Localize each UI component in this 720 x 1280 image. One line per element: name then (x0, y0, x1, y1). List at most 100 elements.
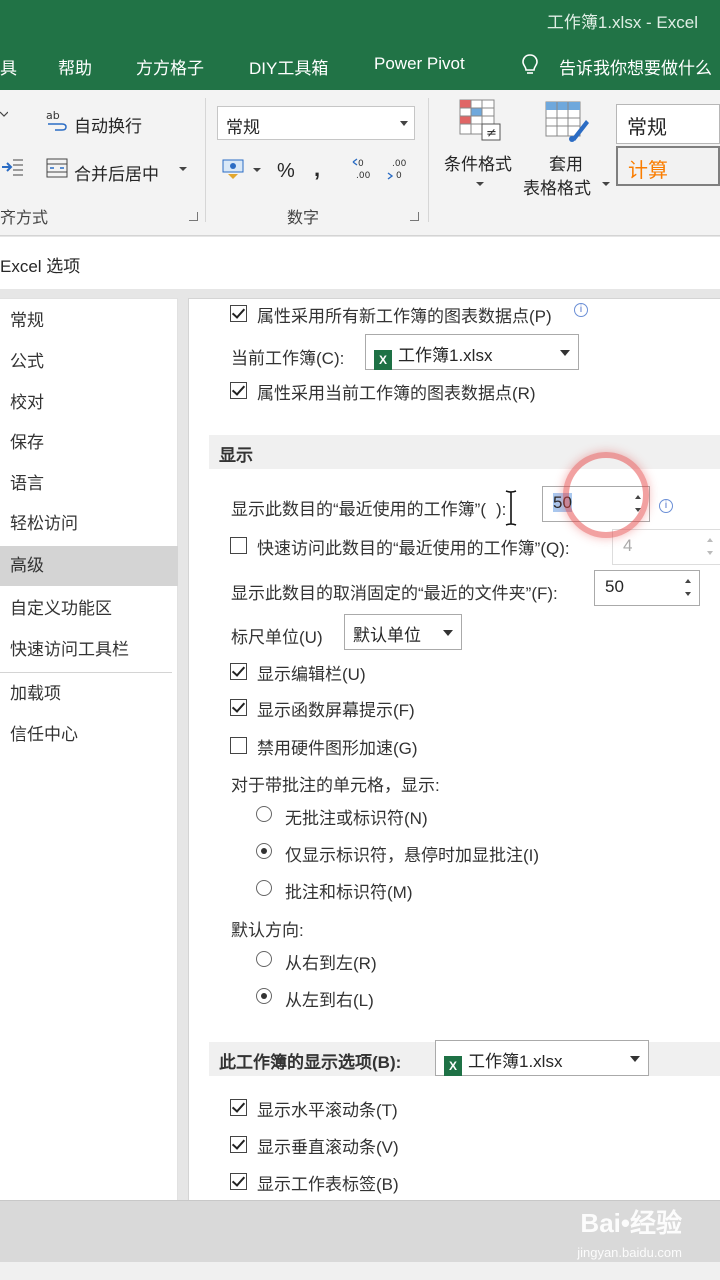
ruler-units-select[interactable]: 默认单位 (344, 614, 462, 650)
sidebar-item-customize-ribbon[interactable]: 自定义功能区 (0, 589, 178, 629)
tab-power-pivot[interactable]: Power Pivot (374, 54, 465, 74)
current-workbook-label: 当前工作簿(C): (231, 349, 345, 368)
merge-center-icon (46, 158, 68, 178)
unpinned-folders-spinner[interactable]: 50 (594, 570, 700, 606)
wrap-text-button[interactable]: 自动换行 (74, 112, 142, 137)
number-launcher-icon[interactable] (410, 212, 419, 221)
show-hscroll-label: 显示水平滚动条(T) (257, 1101, 398, 1120)
percent-button[interactable]: % (277, 160, 295, 183)
conditional-format-dropdown-icon[interactable] (475, 180, 485, 188)
comments-and-indicators-label: 批注和标识符(M) (285, 883, 413, 902)
sidebar-item-formulas[interactable]: 公式 (0, 342, 178, 382)
show-function-tips-label: 显示函数屏幕提示(F) (257, 701, 415, 720)
sidebar-item-advanced[interactable]: 高级 (0, 546, 178, 586)
workbook-display-select[interactable]: X 工作簿1.xlsx (435, 1040, 649, 1076)
table-format-label-1[interactable]: 套用 (549, 150, 583, 175)
recent-workbooks-label-text: 显示此数目的“最近使用的工作簿”( (231, 500, 486, 519)
quick-access-recent-checkbox[interactable] (230, 537, 247, 554)
merge-dropdown-icon[interactable] (178, 164, 188, 174)
lightbulb-icon (522, 54, 538, 74)
style-calc-label: 计算 (628, 160, 668, 182)
conditional-format-button[interactable]: 条件格式 (444, 150, 512, 175)
quick-access-recent-spinner[interactable]: 4 (612, 529, 720, 565)
dialog-title: Excel 选项 (0, 257, 81, 276)
decrease-decimal-icon[interactable]: .00 0 (386, 156, 412, 180)
advanced-options-panel: 属性采用所有新工作簿的图表数据点(P) i 当前工作簿(C): X 工作簿1.xl… (188, 298, 720, 1200)
disable-hw-accel-checkbox[interactable] (230, 737, 247, 754)
sidebar-item-addins[interactable]: 加载项 (0, 674, 178, 714)
ribbon-tabs: 具 帮助 方方格子 DIY工具箱 Power Pivot 告诉我你想要做什么 (0, 40, 720, 90)
current-workbook-value: 工作簿1.xlsx (398, 346, 493, 365)
sidebar-item-proofing[interactable]: 校对 (0, 383, 178, 423)
sidebar-item-trust-center[interactable]: 信任中心 (0, 715, 178, 755)
chart-current-workbook-checkbox[interactable] (230, 382, 247, 399)
comments-label: 对于带批注的单元格，显示: (231, 776, 440, 795)
chart-current-workbook-label: 属性采用当前工作簿的图表数据点(R) (257, 384, 536, 403)
currency-dropdown-icon[interactable] (252, 166, 262, 174)
svg-text:ab: ab (46, 109, 60, 122)
tab-fangfang[interactable]: 方方格子 (136, 54, 204, 79)
tab-diy-toolbox[interactable]: DIY工具箱 (249, 54, 328, 79)
number-group-label: 数字 (287, 210, 320, 227)
table-format-label-2[interactable]: 表格格式 (523, 174, 591, 199)
chart-all-workbooks-checkbox[interactable] (230, 305, 247, 322)
comma-button[interactable]: , (314, 156, 320, 182)
default-direction-label: 默认方向: (231, 921, 304, 940)
dialog-header: Excel 选项 (0, 237, 720, 289)
right-to-left-radio[interactable] (256, 951, 272, 967)
chevron-down-icon (630, 1056, 640, 1062)
show-vscroll-checkbox[interactable] (230, 1136, 247, 1153)
currency-icon[interactable] (222, 156, 248, 180)
table-format-dropdown-icon[interactable] (601, 180, 611, 188)
show-sheet-tabs-checkbox[interactable] (230, 1173, 247, 1190)
excel-file-icon: X (444, 1056, 462, 1076)
show-sheet-tabs-label: 显示工作表标签(B) (257, 1175, 399, 1194)
chevron-down-icon (443, 630, 453, 636)
quick-access-recent-label: 快速访问此数目的“最近使用的工作簿”(Q): (257, 539, 570, 558)
sidebar-item-language[interactable]: 语言 (0, 464, 178, 504)
group-separator (428, 98, 429, 222)
current-workbook-select[interactable]: X 工作簿1.xlsx (365, 334, 579, 370)
disable-hw-accel-label: 禁用硬件图形加速(G) (257, 739, 418, 758)
chart-all-workbooks-label: 属性采用所有新工作簿的图表数据点(P) (257, 307, 552, 326)
click-highlight-ring (563, 452, 649, 538)
increase-decimal-icon[interactable]: 0 .00 (352, 156, 378, 180)
tab-help[interactable]: 帮助 (58, 54, 92, 79)
options-sidebar: 常规 公式 校对 保存 语言 轻松访问 高级 自定义功能区 快速访问工具栏 加载… (0, 298, 178, 1200)
no-comments-radio[interactable] (256, 806, 272, 822)
show-function-tips-checkbox[interactable] (230, 699, 247, 716)
style-normal[interactable]: 常规 (616, 104, 720, 144)
sidebar-item-save[interactable]: 保存 (0, 423, 178, 463)
spin-down-icon[interactable] (707, 551, 713, 555)
svg-text:≠: ≠ (486, 126, 497, 141)
svg-text:0: 0 (358, 159, 364, 169)
align-dropdown-icon[interactable] (0, 102, 8, 126)
sidebar-divider (0, 672, 172, 673)
show-hscroll-checkbox[interactable] (230, 1099, 247, 1116)
comments-and-indicators-radio[interactable] (256, 880, 272, 896)
workbook-display-value: 工作簿1.xlsx (468, 1052, 563, 1071)
show-formula-bar-checkbox[interactable] (230, 663, 247, 680)
right-to-left-label: 从右到左(R) (285, 954, 377, 973)
unpinned-folders-label: 显示此数目的取消固定的“最近的文件夹”(F): (231, 584, 558, 603)
tab-tools[interactable]: 具 (0, 54, 17, 79)
left-to-right-radio[interactable] (256, 988, 272, 1004)
indent-icon[interactable] (0, 156, 24, 178)
number-format-select[interactable]: 常规 (217, 106, 415, 140)
unpinned-folders-value: 50 (605, 577, 624, 596)
alignment-launcher-icon[interactable] (189, 212, 198, 221)
sidebar-item-quick-access-toolbar[interactable]: 快速访问工具栏 (0, 630, 178, 670)
quick-access-recent-value: 4 (623, 536, 633, 555)
sidebar-item-accessibility[interactable]: 轻松访问 (0, 504, 178, 544)
ruler-units-label: 标尺单位(U) (231, 628, 323, 647)
ruler-units-value: 默认单位 (353, 626, 421, 645)
spin-up-icon[interactable] (685, 579, 691, 583)
indicators-only-radio[interactable] (256, 843, 272, 859)
merge-center-button[interactable]: 合并后居中 (74, 160, 159, 185)
spin-up-icon[interactable] (707, 538, 713, 542)
left-to-right-label: 从左到右(L) (285, 991, 374, 1010)
sidebar-item-general[interactable]: 常规 (0, 301, 178, 341)
tell-me-search[interactable]: 告诉我你想要做什么 (559, 54, 712, 79)
style-calculation[interactable]: 计算 (616, 146, 720, 186)
spin-down-icon[interactable] (685, 592, 691, 596)
